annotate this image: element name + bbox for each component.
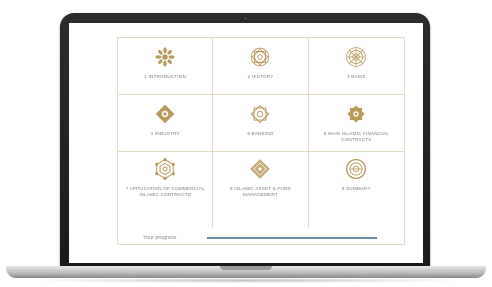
hexagon-lattice-icon xyxy=(155,158,176,180)
eight-petal-flower-icon xyxy=(155,47,175,67)
webcam-icon xyxy=(244,17,247,20)
module-tile-industry[interactable]: 4 INDUSTRY xyxy=(118,95,214,152)
progress-bar-fill xyxy=(207,236,377,240)
radial-medallion-icon xyxy=(346,47,367,67)
laptop-screen: 1 INTRODUCTION 2 HISTORY 3 BASIS 4 INDUS… xyxy=(69,23,423,263)
module-label: 6 MAIN ISLAMIC FINANCIAL CONTRACTS xyxy=(323,131,389,143)
module-grid: 1 INTRODUCTION 2 HISTORY 3 BASIS 4 INDUS… xyxy=(117,37,405,245)
module-label: 3 BASIS xyxy=(346,74,366,79)
rotated-square-icon xyxy=(250,159,271,179)
module-label: 9 SUMMARY xyxy=(341,186,371,191)
module-label: 7 APPLICATION OF COMMERCIAL ISLAMIC CONT… xyxy=(125,186,205,198)
laptop-shadow xyxy=(30,278,462,283)
progress-label: Your progress xyxy=(143,235,177,241)
laptop-notch xyxy=(220,266,272,270)
module-tile-summary[interactable]: 9 SUMMARY xyxy=(309,152,404,228)
geometric-rosette-icon xyxy=(251,47,270,67)
diamond-ornament-icon xyxy=(155,104,175,124)
module-tile-basis[interactable]: 3 BASIS xyxy=(308,38,404,95)
module-label: 4 INDUSTRY xyxy=(150,131,180,136)
progress-bar xyxy=(207,236,377,240)
module-tile-banking[interactable]: 5 BANKING xyxy=(213,95,309,152)
laptop-scene: 1 INTRODUCTION 2 HISTORY 3 BASIS 4 INDUS… xyxy=(0,0,492,287)
module-label: 8 ISLAMIC ASSET & FUND MANAGEMENT xyxy=(229,186,291,198)
concentric-circle-icon xyxy=(346,158,367,180)
module-label: 2 HISTORY xyxy=(247,74,274,79)
module-tile-introduction[interactable]: 1 INTRODUCTION xyxy=(118,38,214,95)
module-tile-islamic-asset-fund-management[interactable]: 8 ISLAMIC ASSET & FUND MANAGEMENT xyxy=(213,152,309,228)
module-tile-history[interactable]: 2 HISTORY xyxy=(213,38,309,95)
module-label: 1 INTRODUCTION xyxy=(144,74,187,79)
module-tile-main-islamic-financial-contracts[interactable]: 6 MAIN ISLAMIC FINANCIAL CONTRACTS xyxy=(308,95,404,152)
eight-point-star-icon xyxy=(347,105,365,123)
module-label: 5 BANKING xyxy=(247,131,274,136)
module-tile-application-of-commercial-islamic-contracts[interactable]: 7 APPLICATION OF COMMERCIAL ISLAMIC CONT… xyxy=(118,152,214,228)
star-knot-icon xyxy=(251,104,270,124)
progress-row: Your progress xyxy=(143,233,383,243)
